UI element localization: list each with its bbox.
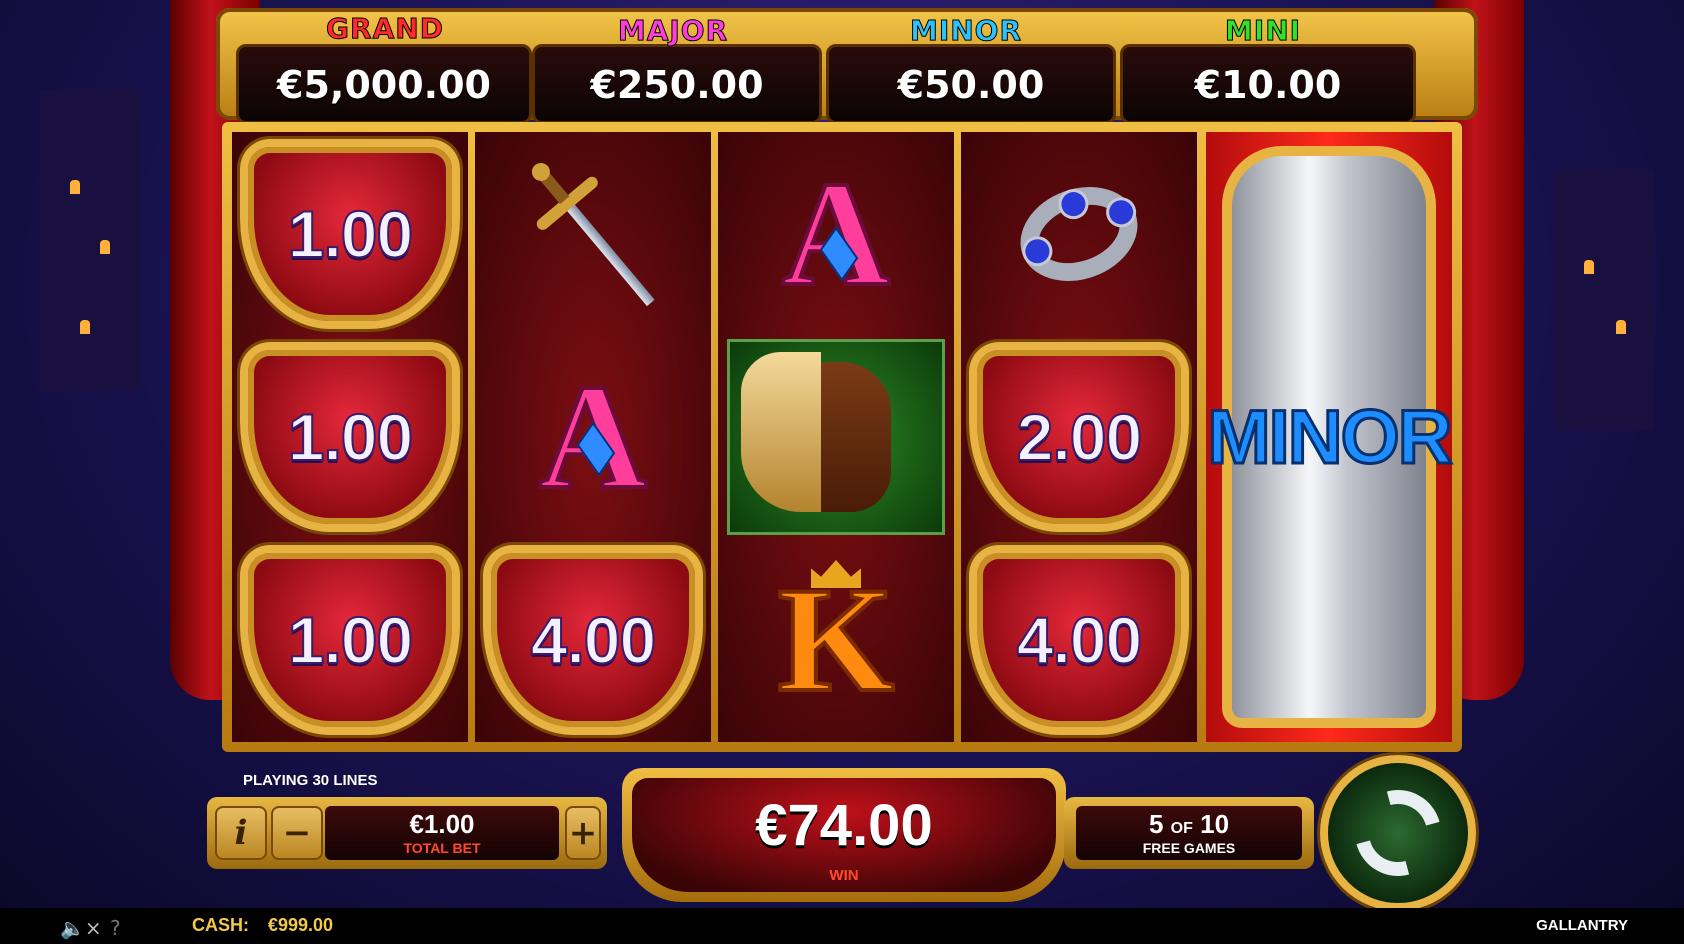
horse-icon [727,338,945,535]
coin-shield: 1.00 [240,341,460,532]
bet-plus-button[interactable]: + [565,806,601,860]
bonus-label: MINOR [1206,393,1454,481]
ring-icon [1007,170,1151,297]
jackpot-mini: €10.00 [1120,44,1416,124]
castle-window [80,320,90,334]
shield-value: 1.00 [287,196,414,272]
win-display: €74.00 WIN [632,778,1056,892]
left-castle-backdrop [0,0,170,944]
free-games-count: 5 OF 10 [1076,806,1302,840]
free-games-current: 5 [1148,809,1164,839]
info-button[interactable]: i [215,806,267,860]
free-games-total: 10 [1200,809,1230,839]
castle-window [100,240,110,254]
reel-2: A 4.00 [475,132,711,742]
sword-icon [526,157,660,310]
free-games-display: 5 OF 10 FREE GAMES [1076,806,1302,860]
win-value: €74.00 [755,793,933,858]
cash-label: CASH: [192,915,249,935]
game-name: GALLANTRY [1536,917,1628,934]
reel-5-bonus: MINOR [1206,132,1454,742]
jackpot-minor-title: MINOR [909,14,1023,48]
reel-4: 2.00 4.00 [961,132,1197,742]
minus-icon: − [282,813,312,853]
reel-4-cell-2: 2.00 [961,335,1197,538]
shield-value: 1.00 [287,602,414,678]
free-games-of: OF [1170,820,1193,837]
coin-shield: 4.00 [969,544,1189,735]
coin-shield: 2.00 [969,341,1189,532]
jackpot-bar: €5,000.00 €250.00 €50.00 €10.00 GRAND MA… [216,8,1478,124]
bet-minus-button[interactable]: − [271,806,323,860]
reel-2-cell-1 [475,132,711,335]
reel-3-cell-1: A [718,132,954,335]
bet-value: €1.00 [409,809,475,839]
shield-value: 4.00 [1016,602,1143,678]
reel-1-cell-1: 1.00 [232,132,468,335]
bet-panel: i − €1.00 TOTAL BET + [207,797,607,869]
reel-1-cell-2: 1.00 [232,335,468,538]
reel-2-cell-3: 4.00 [475,538,711,741]
reel-3-cell-3: K [718,538,954,741]
right-castle-backdrop [1514,0,1684,944]
castle-window [1616,320,1626,334]
win-panel: €74.00 WIN [622,768,1066,902]
reel-4-cell-1 [961,132,1197,335]
reel-4-cell-3: 4.00 [961,538,1197,741]
reel-1-cell-3: 1.00 [232,538,468,741]
bet-caption: TOTAL BET [403,840,481,856]
reel-grid: 1.00 1.00 1.00 A 4.00 [222,122,1462,752]
spin-button[interactable] [1320,755,1476,911]
help-icon[interactable]: ? [110,916,121,940]
reel-3-cell-2 [718,335,954,538]
sound-mute-icon[interactable]: 🔈× [60,916,102,940]
plus-icon: + [568,813,598,853]
free-games-panel: 5 OF 10 FREE GAMES [1064,797,1314,869]
coin-shield: 1.00 [240,138,460,329]
spin-arrows-icon [1339,774,1457,892]
jackpot-major: €250.00 [532,44,822,124]
jackpot-grand-value: €5,000.00 [277,63,491,107]
info-icon: i [234,813,248,853]
reel-2-cell-2: A [475,335,711,538]
jackpot-mini-value: €10.00 [1194,63,1342,107]
jackpot-mini-title: MINI [1224,14,1302,48]
lines-label: PLAYING 30 LINES [243,772,378,789]
right-castle [1554,170,1654,430]
coin-shield: 1.00 [240,544,460,735]
jackpot-minor: €50.00 [826,44,1116,124]
coin-shield: 4.00 [483,544,703,735]
bonus-mirror: MINOR [1206,146,1454,728]
jackpot-minor-value: €50.00 [897,63,1045,107]
free-games-caption: FREE GAMES [1142,840,1236,856]
cash-value: €999.00 [268,915,334,935]
jackpot-grand: €5,000.00 [236,44,532,124]
shield-value: 1.00 [287,399,414,475]
castle-window [1584,260,1594,274]
reel-3: A K [718,132,954,742]
reel-1: 1.00 1.00 1.00 [232,132,468,742]
jackpot-major-value: €250.00 [590,63,764,107]
status-bar: 🔈× ? CASH: €999.00 GALLANTRY [0,908,1684,944]
shield-value: 2.00 [1016,399,1143,475]
bet-display: €1.00 TOTAL BET [325,806,559,860]
jackpot-major-title: MAJOR [617,14,729,48]
left-castle [40,90,140,390]
win-caption: WIN [829,867,859,884]
castle-window [70,180,80,194]
game-scene: €5,000.00 €250.00 €50.00 €10.00 GRAND MA… [0,0,1684,944]
shield-value: 4.00 [530,602,657,678]
jackpot-grand-title: GRAND [326,12,444,46]
